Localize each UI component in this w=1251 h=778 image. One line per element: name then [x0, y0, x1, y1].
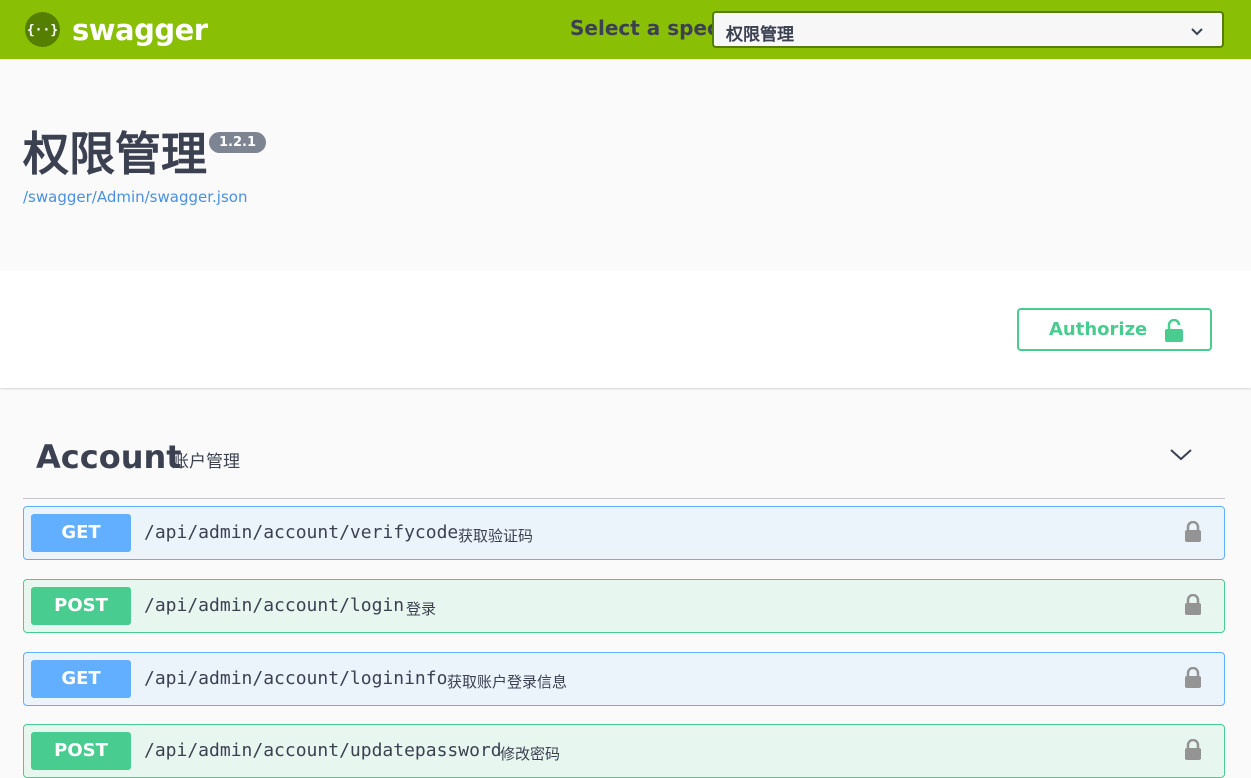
authorize-label: Authorize [1049, 319, 1148, 340]
authorize-button[interactable]: Authorize [1017, 308, 1212, 351]
api-title: 权限管理 [23, 127, 207, 181]
spec-url-link[interactable]: /swagger/Admin/swagger.json [23, 188, 247, 206]
method-badge: GET [31, 660, 131, 698]
method-badge: POST [31, 587, 131, 625]
spec-select[interactable]: 权限管理 [712, 11, 1224, 48]
brand-name: swagger [72, 12, 208, 47]
operation-summary: 获取验证码 [458, 527, 534, 545]
select-spec-label: Select a spec [570, 16, 719, 40]
operation-path: /api/admin/account/logininfo [144, 668, 448, 689]
top-bar: {··} swagger Select a spec 权限管理 [0, 0, 1251, 59]
lock-icon[interactable] [1184, 520, 1202, 547]
operation-post-login[interactable]: POST /api/admin/account/login 登录 [23, 579, 1225, 633]
operation-summary: 获取账户登录信息 [447, 673, 568, 691]
swagger-brand[interactable]: {··} swagger [25, 12, 208, 47]
operation-post-updatepassword[interactable]: POST /api/admin/account/updatepassword 修… [23, 724, 1225, 778]
version-badge: 1.2.1 [209, 132, 267, 153]
operation-path: /api/admin/account/verifycode [144, 522, 459, 543]
operation-path: /api/admin/account/login [144, 595, 405, 616]
svg-text:{··}: {··} [27, 23, 58, 38]
operation-path: /api/admin/account/updatepassword [144, 740, 502, 761]
unlocked-icon [1164, 318, 1184, 347]
spec-select-value: 权限管理 [726, 25, 794, 45]
swagger-logo-icon: {··} [25, 12, 60, 47]
operation-get-verifycode[interactable]: GET /api/admin/account/verifycode 获取验证码 [23, 506, 1225, 560]
lock-icon[interactable] [1184, 593, 1202, 620]
tag-name[interactable]: Account [36, 438, 182, 476]
chevron-down-icon[interactable] [1168, 446, 1194, 468]
lock-icon[interactable] [1184, 738, 1202, 765]
method-badge: GET [31, 514, 131, 552]
method-badge: POST [31, 732, 131, 770]
tag-description: 账户管理 [172, 452, 240, 472]
operation-summary: 登录 [406, 600, 437, 618]
tag-divider [23, 498, 1225, 499]
operation-get-logininfo[interactable]: GET /api/admin/account/logininfo 获取账户登录信… [23, 652, 1225, 706]
operation-summary: 修改密码 [500, 745, 561, 763]
lock-icon[interactable] [1184, 666, 1202, 693]
chevron-down-icon [1190, 22, 1204, 41]
